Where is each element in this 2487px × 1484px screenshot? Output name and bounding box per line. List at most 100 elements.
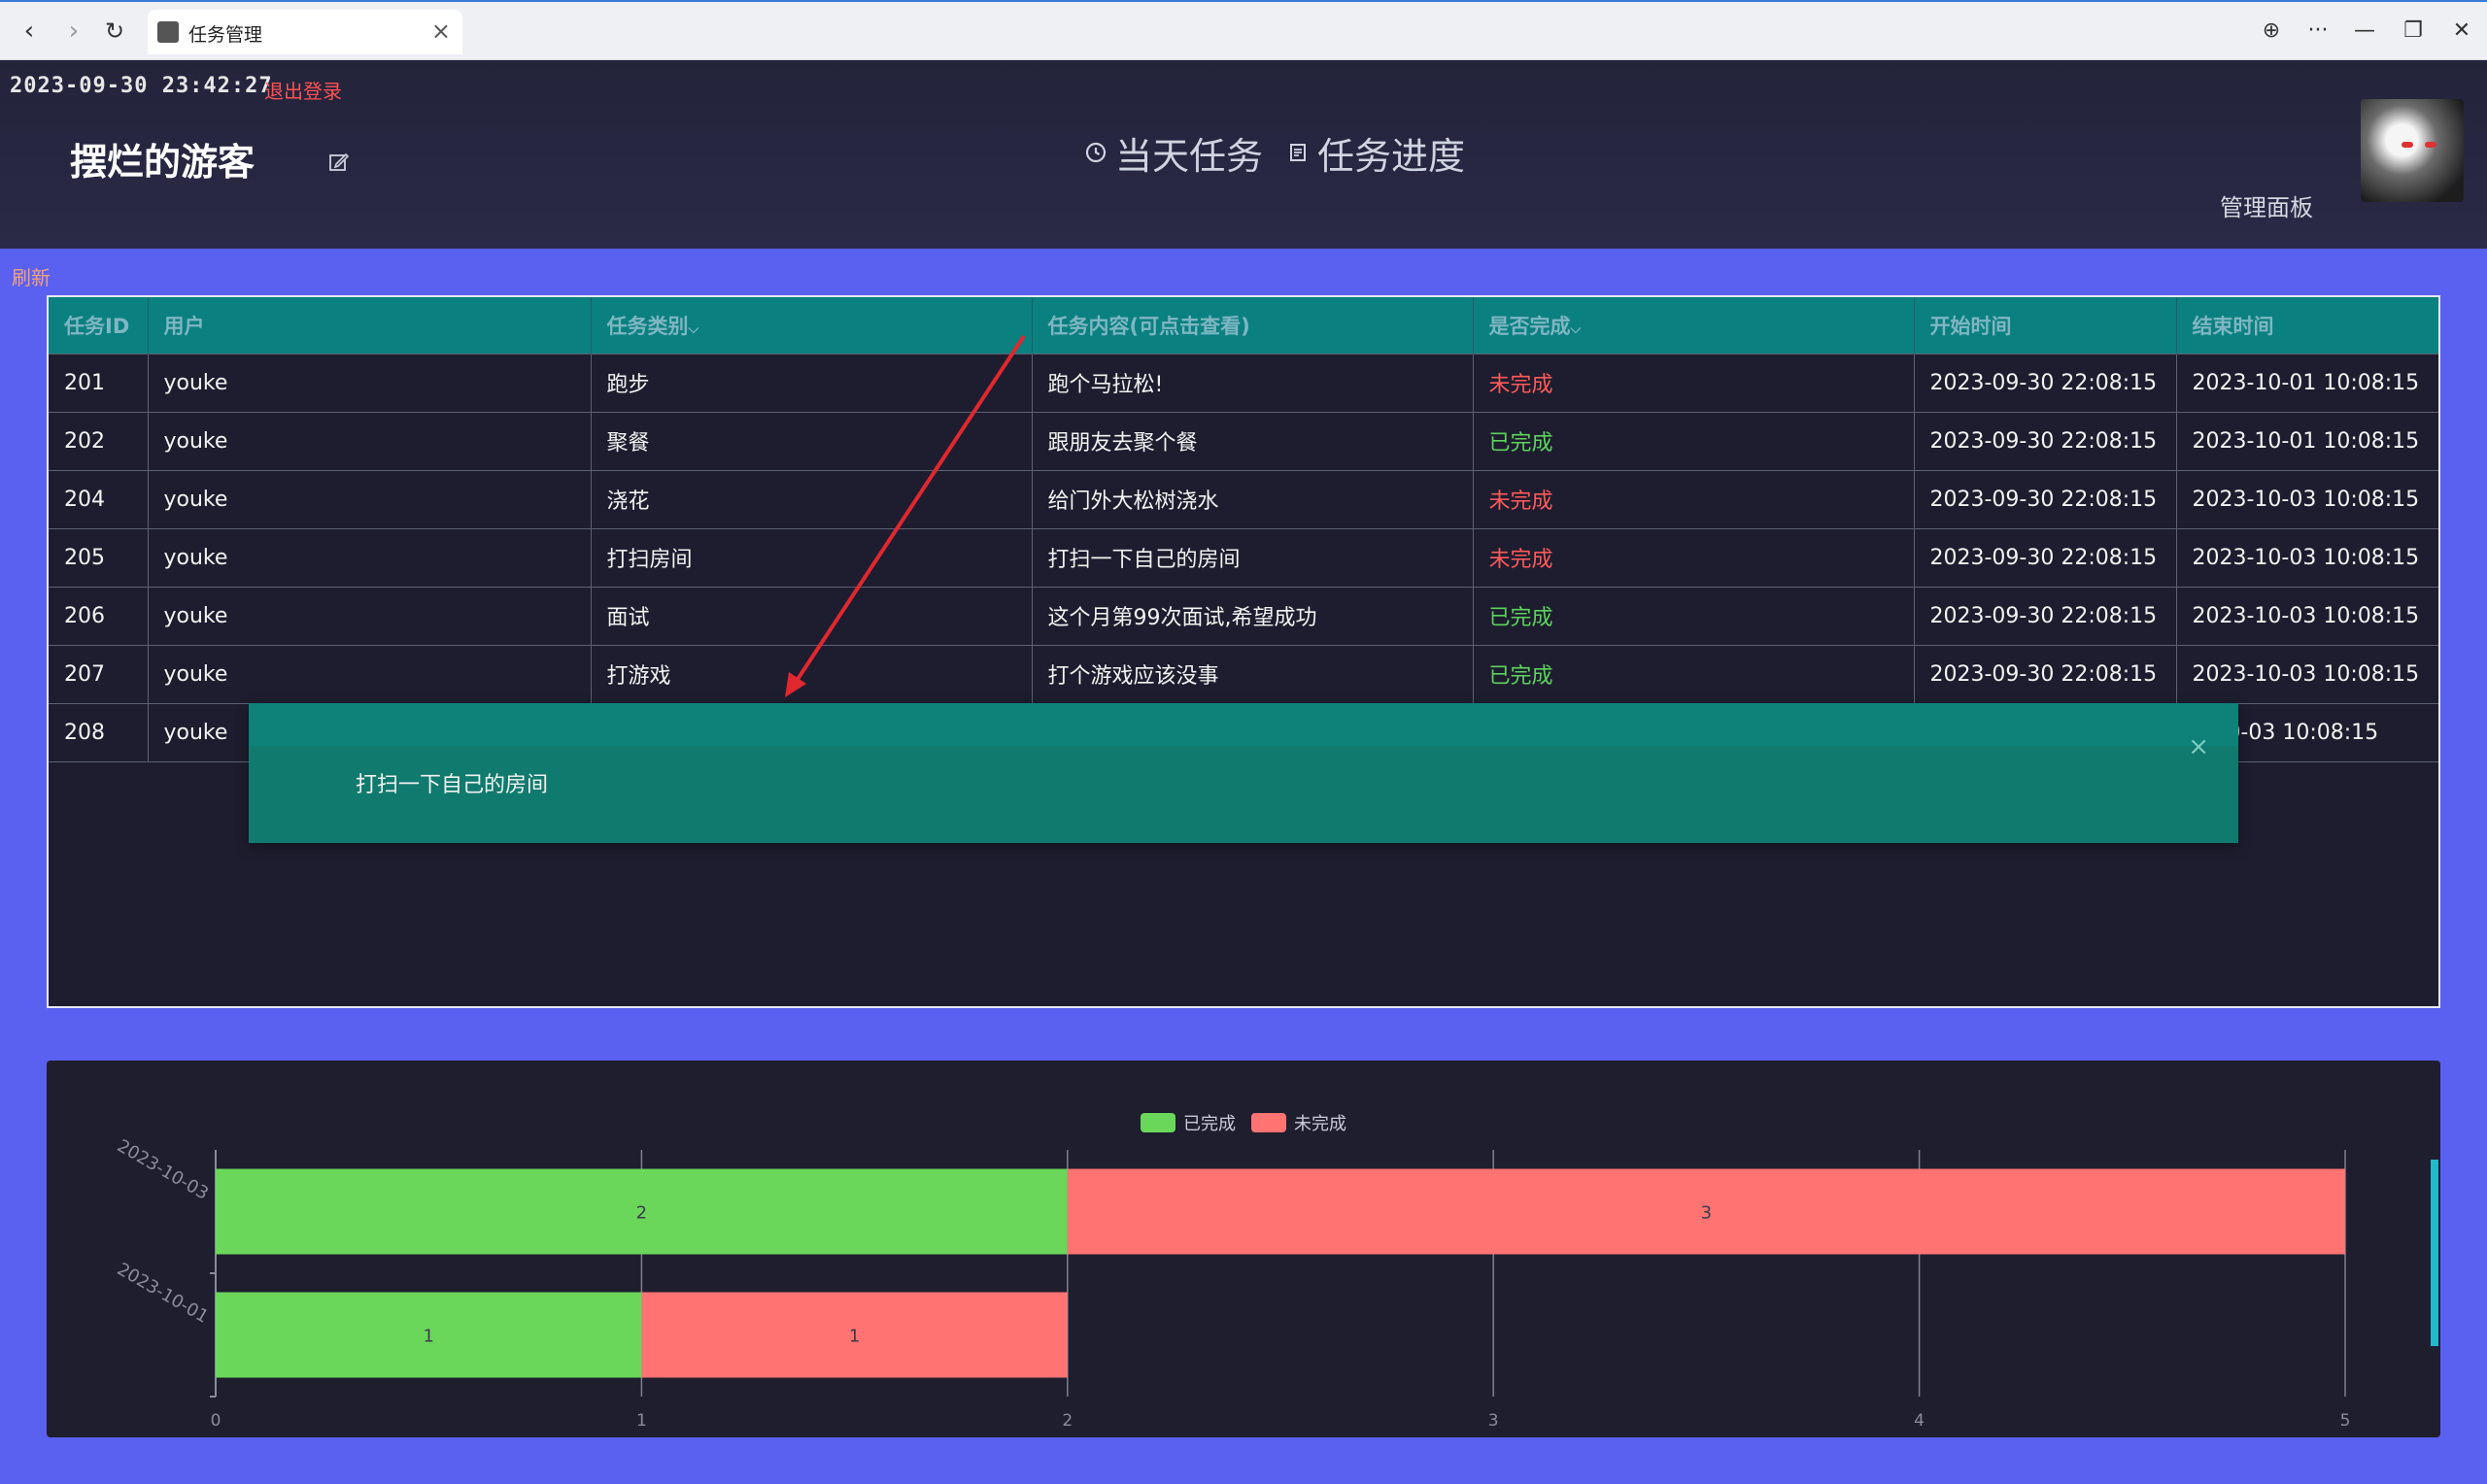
x-tick-label: 0 xyxy=(211,1411,221,1431)
legend-swatch[interactable] xyxy=(1141,1113,1175,1132)
cell-start: 2023-09-30 22:08:15 xyxy=(1914,411,2177,470)
cell-start: 2023-09-30 22:08:15 xyxy=(1914,353,2177,412)
cell-content[interactable]: 打个游戏应该没事 xyxy=(1032,644,1474,703)
table-row[interactable]: 204 youke 浇花 给门外大松树浇水 未完成 2023-09-30 22:08:15… xyxy=(49,469,2438,528)
cell-category: 跑步 xyxy=(591,353,1033,412)
cell-end: 2023-10-03 10:08:15 xyxy=(2176,469,2438,528)
globe-icon[interactable]: ⊕ xyxy=(2254,14,2289,49)
table-row[interactable]: 201 youke 跑步 跑个马拉松! 未完成 2023-09-30 22:08:15 20… xyxy=(49,353,2438,412)
tab-close-icon[interactable]: × xyxy=(431,17,451,45)
cell-category: 聚餐 xyxy=(591,411,1033,470)
column-header-category[interactable]: 任务类别⌵ xyxy=(591,297,1033,354)
chevron-down-icon[interactable]: ⌵ xyxy=(689,321,699,337)
cell-id: 206 xyxy=(49,586,149,645)
column-header-content: 任务内容(可点击查看) xyxy=(1032,297,1474,354)
more-icon[interactable]: ··· xyxy=(2300,14,2335,49)
cell-start: 2023-09-30 22:08:15 xyxy=(1914,469,2177,528)
cell-end: 2023-10-03 10:08:15 xyxy=(2176,586,2438,645)
cell-id: 205 xyxy=(49,527,149,587)
bar-value-label: 2 xyxy=(636,1203,647,1224)
cell-end: 2023-10-01 10:08:15 xyxy=(2176,411,2438,470)
browser-tab[interactable]: 任务管理 × xyxy=(148,10,462,54)
nav-task-progress[interactable]: 任务进度 xyxy=(1286,126,1465,180)
x-tick-label: 5 xyxy=(2340,1411,2351,1431)
edit-icon[interactable] xyxy=(328,152,350,173)
cell-id: 202 xyxy=(49,411,149,470)
minimize-icon[interactable]: — xyxy=(2347,14,2382,49)
cell-category: 浇花 xyxy=(591,469,1033,528)
chevron-down-icon[interactable]: ⌵ xyxy=(1571,321,1582,337)
dialog-content: 打扫一下自己的房间 xyxy=(356,773,549,797)
dialog-header xyxy=(249,703,2238,746)
column-header-end: 结束时间 xyxy=(2176,297,2438,354)
app-header: 2023-09-30 23:42:27 退出登录 摆烂的游客 当天任务 任务进度… xyxy=(0,60,2487,249)
column-header-category-label: 任务类别 xyxy=(606,314,689,338)
cell-content[interactable]: 跟朋友去聚个餐 xyxy=(1032,411,1474,470)
task-content-dialog: × 打扫一下自己的房间 xyxy=(249,703,2238,843)
bar-value-label: 1 xyxy=(849,1327,860,1347)
chart-svg: 已完成 未完成 0 1 2 3 4 5 2023-10-03 2 3 2023-10-01 1 1 xyxy=(114,1113,2351,1431)
cell-user: youke xyxy=(148,644,592,703)
reload-icon[interactable]: ↻ xyxy=(99,16,130,47)
admin-panel-link[interactable]: 管理面板 xyxy=(2220,188,2313,222)
cell-user: youke xyxy=(148,353,592,412)
y-category-label: 2023-10-01 xyxy=(114,1259,212,1327)
table-row[interactable]: 205 youke 打扫房间 打扫一下自己的房间 未完成 2023-09-30 22:08… xyxy=(49,527,2438,587)
cell-id: 207 xyxy=(49,644,149,703)
cell-content[interactable]: 这个月第99次面试,希望成功 xyxy=(1032,586,1474,645)
forward-icon[interactable]: › xyxy=(58,16,89,47)
cell-status: 未完成 xyxy=(1473,353,1915,412)
column-header-status[interactable]: 是否完成⌵ xyxy=(1473,297,1915,354)
cell-start: 2023-09-30 22:08:15 xyxy=(1914,644,2177,703)
cell-user: youke xyxy=(148,411,592,470)
current-datetime: 2023-09-30 23:42:27 xyxy=(10,74,273,98)
cell-content[interactable]: 给门外大松树浇水 xyxy=(1032,469,1474,528)
cell-start: 2023-09-30 22:08:15 xyxy=(1914,586,2177,645)
column-header-user: 用户 xyxy=(148,297,592,354)
cell-status: 已完成 xyxy=(1473,411,1915,470)
refresh-button[interactable]: 刷新 xyxy=(12,262,51,290)
tab-title: 任务管理 xyxy=(188,24,263,46)
cell-end: 2023-10-03 10:08:15 xyxy=(2176,644,2438,703)
restore-icon[interactable]: ❐ xyxy=(2396,14,2431,49)
task-progress-chart: 已完成 未完成 0 1 2 3 4 5 2023-10-03 2 3 2023-10-01 1 1 xyxy=(47,1061,2440,1437)
cell-category: 打扫房间 xyxy=(591,527,1033,587)
cell-category: 打游戏 xyxy=(591,644,1033,703)
task-table: 任务ID 用户 任务类别⌵ 任务内容(可点击查看) 是否完成⌵ 开始时间 结束时… xyxy=(47,295,2440,1008)
bar-value-label: 3 xyxy=(1701,1203,1712,1224)
back-icon[interactable]: ‹ xyxy=(14,16,45,47)
legend-label[interactable]: 未完成 xyxy=(1294,1114,1346,1134)
logout-link[interactable]: 退出登录 xyxy=(264,76,342,104)
x-tick-label: 3 xyxy=(1488,1411,1499,1431)
cell-user: youke xyxy=(148,586,592,645)
cell-user: youke xyxy=(148,527,592,587)
bar-value-label: 1 xyxy=(423,1327,433,1347)
cell-id: 204 xyxy=(49,469,149,528)
column-header-start: 开始时间 xyxy=(1914,297,2177,354)
cell-end: 2023-10-03 10:08:15 xyxy=(2176,527,2438,587)
cell-content[interactable]: 跑个马拉松! xyxy=(1032,353,1474,412)
cell-status: 未完成 xyxy=(1473,527,1915,587)
table-row[interactable]: 206 youke 面试 这个月第99次面试,希望成功 已完成 2023-09-30 22… xyxy=(49,586,2438,645)
cell-status: 未完成 xyxy=(1473,469,1915,528)
cell-id: 201 xyxy=(49,353,149,412)
cell-id: 208 xyxy=(49,702,149,761)
column-header-status-label: 是否完成 xyxy=(1488,314,1571,338)
chart-scrollbar[interactable] xyxy=(2431,1160,2438,1346)
table-row[interactable]: 207 youke 打游戏 打个游戏应该没事 已完成 2023-09-30 22:08:1… xyxy=(49,644,2438,703)
document-icon xyxy=(1290,144,1307,161)
legend-label[interactable]: 已完成 xyxy=(1183,1114,1236,1134)
table-row[interactable]: 202 youke 聚餐 跟朋友去聚个餐 已完成 2023-09-30 22:08:15 2… xyxy=(49,411,2438,470)
cell-category: 面试 xyxy=(591,586,1033,645)
window-close-icon[interactable]: ✕ xyxy=(2444,14,2479,49)
nav-today-tasks[interactable]: 当天任务 xyxy=(1084,126,1263,180)
cell-user: youke xyxy=(148,469,592,528)
avatar[interactable] xyxy=(2361,99,2464,202)
cell-content[interactable]: 打扫一下自己的房间 xyxy=(1032,527,1474,587)
legend-swatch[interactable] xyxy=(1251,1113,1286,1132)
cell-end: 2023-10-01 10:08:15 xyxy=(2176,353,2438,412)
dialog-close-icon[interactable]: × xyxy=(2188,732,2209,761)
main-nav: 当天任务 任务进度 xyxy=(1084,126,1465,180)
x-tick-label: 4 xyxy=(1914,1411,1925,1431)
cell-status: 已完成 xyxy=(1473,644,1915,703)
